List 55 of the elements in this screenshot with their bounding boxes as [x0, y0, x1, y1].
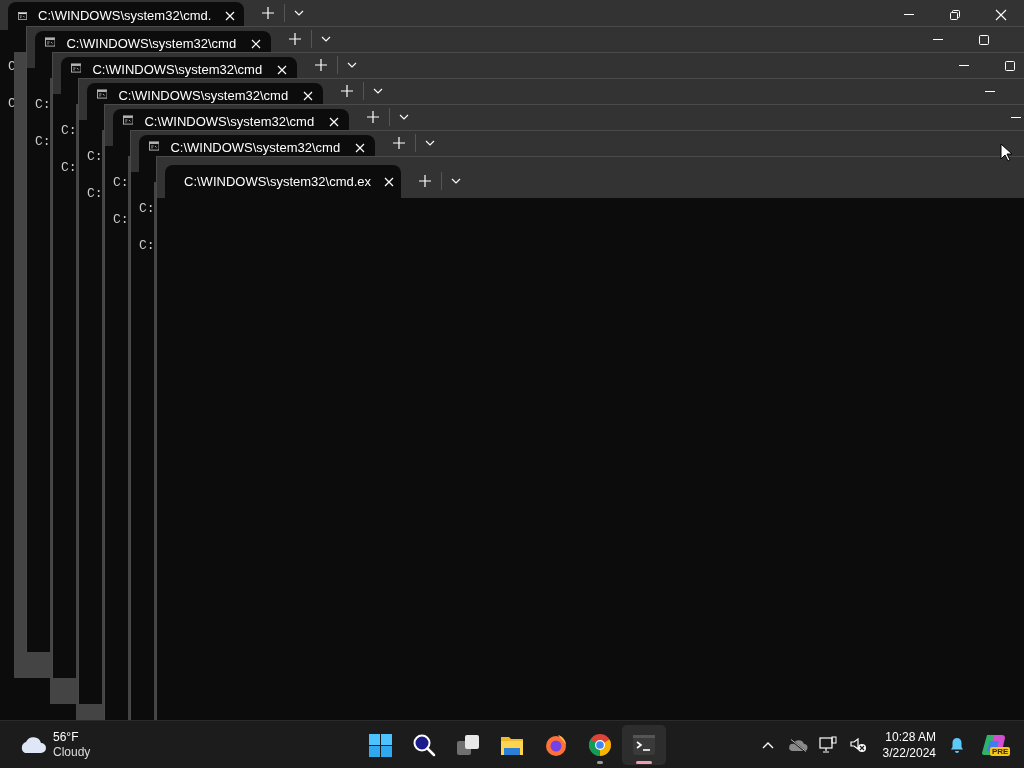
prompt-text: C:	[35, 133, 51, 151]
terminal-icon	[632, 732, 656, 757]
plus-icon	[262, 7, 274, 19]
close-icon	[995, 9, 1007, 21]
tab-title: C:\WINDOWS\system32\cmd	[66, 36, 237, 52]
plus-icon	[367, 111, 379, 123]
maximize-icon	[978, 33, 990, 46]
temperature-text: 56°F	[53, 729, 80, 745]
prompt-text: C:	[35, 96, 51, 114]
tab-title: C:\WINDOWS\system32\cmd.	[38, 7, 212, 26]
close-icon	[225, 11, 236, 21]
volume-muted-icon	[848, 736, 867, 753]
prompt-text: C:	[139, 200, 155, 218]
prompt-text: C:	[61, 122, 77, 140]
task-view-icon	[456, 732, 480, 757]
close-icon	[303, 91, 314, 101]
network-icon	[818, 735, 837, 754]
close-icon	[383, 176, 394, 187]
close-icon	[355, 143, 366, 153]
plus-icon	[341, 85, 353, 97]
clock[interactable]: 10:28 AM 3/22/2024	[872, 728, 942, 761]
prompt-text: C:	[113, 174, 129, 192]
plus-icon	[393, 137, 405, 149]
maximize-icon	[1004, 59, 1016, 72]
close-icon	[329, 117, 340, 127]
terminal-button[interactable]	[622, 724, 666, 765]
bell-icon	[950, 736, 964, 753]
tab[interactable]: C:\WINDOWS\system32\cmd.ex	[165, 165, 401, 198]
prompt-text: C:	[113, 211, 129, 229]
chevron-down-icon	[451, 178, 461, 184]
close-icon	[277, 65, 288, 75]
prompt-text: C:	[87, 148, 103, 166]
chevron-down-icon	[399, 114, 409, 120]
close-icon	[251, 39, 262, 49]
plus-icon	[315, 59, 327, 71]
restore-icon	[949, 9, 961, 21]
cloud-off-icon	[787, 737, 808, 752]
prompt-text: C:	[61, 159, 77, 177]
tab-title: C:\WINDOWS\system32\cmd.ex	[184, 172, 372, 191]
weather-condition: Cloudy	[53, 744, 91, 760]
prompt-text: C:	[139, 237, 155, 255]
chevron-down-icon	[373, 88, 383, 94]
windows-logo-icon	[368, 732, 392, 757]
plus-icon	[289, 33, 301, 45]
copilot-button[interactable]: PRE	[972, 724, 1016, 765]
chevron-up-icon	[761, 740, 774, 749]
prompt-text: C:	[87, 185, 103, 203]
search-icon	[412, 732, 436, 757]
chevron-down-icon	[321, 36, 331, 42]
plus-icon	[419, 175, 431, 187]
chevron-down-icon	[425, 140, 435, 146]
chevron-down-icon	[294, 10, 304, 16]
chevron-down-icon	[347, 62, 357, 68]
chrome-icon	[588, 732, 612, 757]
firefox-icon	[544, 732, 568, 757]
